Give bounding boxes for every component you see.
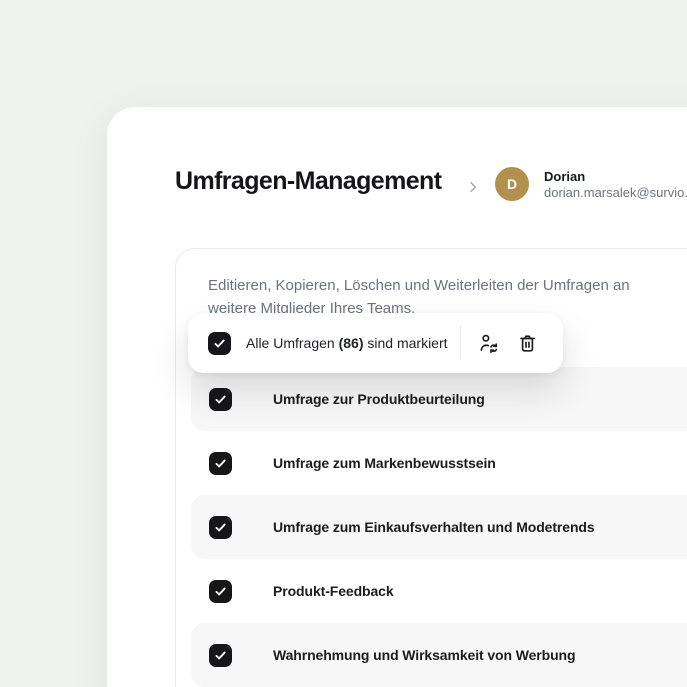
survey-checkbox[interactable] [209, 643, 232, 667]
change-owner-button[interactable] [472, 327, 504, 359]
user-name: Dorian [544, 168, 586, 184]
delete-button[interactable] [511, 327, 543, 359]
avatar-initial: D [506, 176, 518, 192]
page-title: Umfragen-Management [175, 167, 442, 195]
user-sync-icon [479, 334, 497, 353]
trash-icon [519, 334, 535, 352]
toolbar-divider [460, 326, 461, 360]
survey-row[interactable]: Produkt-Feedback [191, 559, 687, 623]
user-email: dorian.marsalek@survio. [544, 184, 687, 200]
check-icon [215, 459, 226, 467]
survey-list: Umfrage zur Produktbeurteilung Umfrage z… [191, 367, 687, 687]
selection-toolbar: Alle Umfragen (86) sind markiert [188, 313, 563, 373]
check-icon [215, 395, 226, 403]
select-all-checkbox[interactable] [208, 331, 231, 355]
selection-label: Alle Umfragen (86) sind markiert [246, 335, 448, 351]
user-meta: Dorian dorian.marsalek@survio. [544, 168, 687, 201]
survey-title: Umfrage zum Einkaufsverhalten und Modetr… [273, 519, 595, 535]
survey-row[interactable]: Umfrage zur Produktbeurteilung [191, 367, 687, 431]
survey-title: Umfrage zur Produktbeurteilung [273, 391, 485, 407]
chevron-right-icon [465, 179, 481, 195]
survey-checkbox[interactable] [209, 579, 232, 603]
survey-row[interactable]: Wahrnehmung und Wirksamkeit von Werbung [191, 623, 687, 687]
survey-row[interactable]: Umfrage zum Einkaufsverhalten und Modetr… [191, 495, 687, 559]
survey-title: Produkt-Feedback [273, 583, 394, 599]
avatar: D [495, 167, 529, 201]
survey-row[interactable]: Umfrage zum Markenbewusstsein [191, 431, 687, 495]
main-card: Umfragen-Management D Dorian dorian.mars… [107, 107, 687, 687]
survey-title: Wahrnehmung und Wirksamkeit von Werbung [273, 647, 576, 663]
check-icon [215, 651, 226, 659]
user-chip[interactable]: D Dorian dorian.marsalek@survio. [495, 167, 687, 201]
survey-checkbox[interactable] [209, 387, 232, 411]
page: Umfragen-Management D Dorian dorian.mars… [0, 0, 687, 687]
check-icon [214, 339, 225, 347]
check-icon [215, 587, 226, 595]
check-icon [215, 523, 226, 531]
survey-title: Umfrage zum Markenbewusstsein [273, 455, 496, 471]
survey-checkbox[interactable] [209, 451, 232, 475]
survey-checkbox[interactable] [209, 515, 232, 539]
